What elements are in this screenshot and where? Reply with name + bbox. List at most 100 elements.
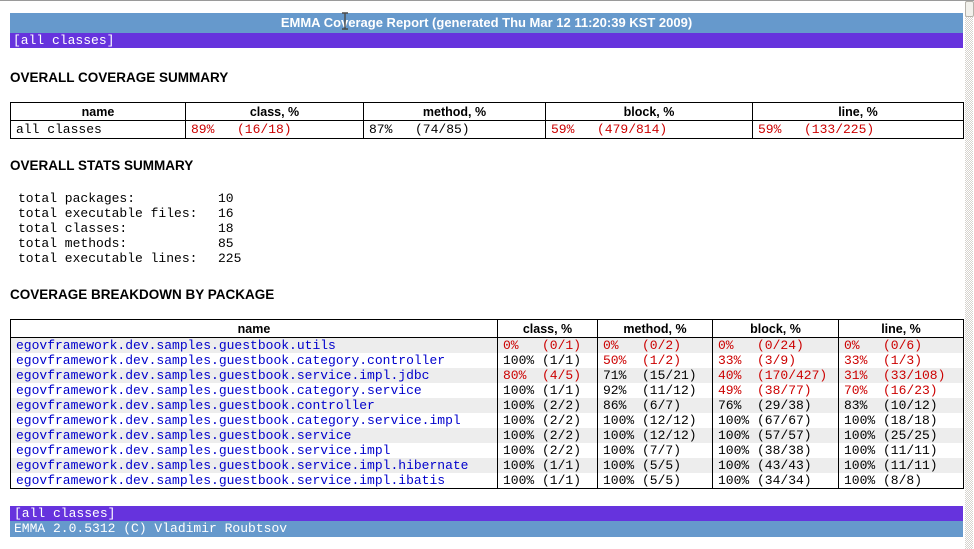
package-link[interactable]: egovframework.dev.samples.guestbook.serv… [16,443,390,458]
package-link[interactable]: egovframework.dev.samples.guestbook.util… [16,338,336,353]
coverage-breakdown-heading: COVERAGE BREAKDOWN BY PACKAGE [10,287,963,302]
summary-class-cell: 89%(16/18) [186,121,364,139]
line-fraction: (25/25) [883,428,938,443]
class-coverage-cell: 100%(1/1) [498,473,598,489]
block-coverage-cell: 100%(38/38) [713,443,839,458]
package-row: egovframework.dev.samples.guestbook.cate… [11,383,964,398]
class-percent: 100% [503,473,542,488]
class-percent: 89% [191,121,237,138]
method-fraction: (12/12) [642,413,697,428]
stat-value: 225 [218,251,241,266]
summary-col-name: name [11,103,186,121]
block-percent: 100% [718,428,757,443]
line-fraction: (11/11) [883,443,938,458]
method-coverage-cell: 71%(15/21) [598,368,713,383]
text-cursor-icon [340,11,350,31]
line-percent: 70% [844,383,883,398]
class-percent: 100% [503,398,542,413]
method-percent: 100% [603,428,642,443]
block-percent: 49% [718,383,757,398]
method-percent: 87% [369,121,415,138]
method-percent: 100% [603,473,642,488]
block-fraction: (67/67) [757,413,812,428]
method-fraction: (74/85) [415,122,470,137]
block-fraction: (57/57) [757,428,812,443]
stat-label: total executable lines: [18,251,218,266]
breakdown-col-class: class, % [498,320,598,338]
line-coverage-cell: 100%(8/8) [839,473,964,489]
class-percent: 100% [503,413,542,428]
overall-coverage-summary-heading: OVERALL COVERAGE SUMMARY [10,70,963,85]
scrollbar-track[interactable] [965,1,973,549]
class-fraction: (2/2) [542,443,581,458]
block-coverage-cell: 0%(0/24) [713,338,839,354]
method-percent: 92% [603,383,642,398]
package-row: egovframework.dev.samples.guestbook.util… [11,338,964,354]
class-fraction: (1/1) [542,473,581,488]
package-link[interactable]: egovframework.dev.samples.guestbook.serv… [16,428,351,443]
package-name-cell: egovframework.dev.samples.guestbook.serv… [11,428,498,443]
breakdown-col-block: block, % [713,320,839,338]
stat-label: total executable files: [18,206,218,221]
package-link[interactable]: egovframework.dev.samples.guestbook.cont… [16,398,375,413]
coverage-breakdown-table: name class, % method, % block, % line, %… [10,319,964,489]
report-title-bar: EMMA Coverage Report (generated Thu Mar … [10,13,963,33]
block-fraction: (0/24) [757,338,804,353]
all-classes-link[interactable]: [all classes] [13,33,114,48]
package-link[interactable]: egovframework.dev.samples.guestbook.serv… [16,368,429,383]
package-name-cell: egovframework.dev.samples.guestbook.cont… [11,398,498,413]
class-percent: 100% [503,443,542,458]
package-link[interactable]: egovframework.dev.samples.guestbook.cate… [16,353,445,368]
class-fraction: (2/2) [542,413,581,428]
method-percent: 86% [603,398,642,413]
summary-name-cell: all classes [11,121,186,139]
line-fraction: (133/225) [804,122,874,137]
method-fraction: (5/5) [642,458,681,473]
breakdown-col-line: line, % [839,320,964,338]
class-fraction: (16/18) [237,122,292,137]
summary-col-class: class, % [186,103,364,121]
summary-col-method: method, % [364,103,546,121]
stat-label: total packages: [18,191,218,206]
summary-col-block: block, % [546,103,753,121]
scrollbar-up-button[interactable] [965,1,974,17]
package-name-cell: egovframework.dev.samples.guestbook.cate… [11,413,498,428]
breakdown-header-row: name class, % method, % block, % line, % [11,320,964,338]
class-percent: 0% [503,338,542,353]
line-percent: 33% [844,353,883,368]
line-coverage-cell: 0%(0/6) [839,338,964,354]
line-percent: 83% [844,398,883,413]
class-coverage-cell: 100%(1/1) [498,353,598,368]
package-name-cell: egovframework.dev.samples.guestbook.util… [11,338,498,354]
package-link[interactable]: egovframework.dev.samples.guestbook.cate… [16,413,461,428]
class-fraction: (4/5) [542,368,581,383]
line-coverage-cell: 31%(33/108) [839,368,964,383]
line-fraction: (8/8) [883,473,922,488]
footer-all-classes-link[interactable]: [all classes] [14,506,115,521]
summary-col-line: line, % [753,103,964,121]
method-percent: 100% [603,443,642,458]
stats-row: total packages: 10 [18,191,241,206]
block-fraction: (43/43) [757,458,812,473]
package-link[interactable]: egovframework.dev.samples.guestbook.cate… [16,383,422,398]
line-percent: 100% [844,428,883,443]
package-link[interactable]: egovframework.dev.samples.guestbook.serv… [16,458,468,473]
class-fraction: (1/1) [542,383,581,398]
method-fraction: (0/2) [642,338,681,353]
class-percent: 100% [503,458,542,473]
block-fraction: (38/77) [757,383,812,398]
summary-line-cell: 59%(133/225) [753,121,964,139]
block-coverage-cell: 49%(38/77) [713,383,839,398]
overall-stats-summary-heading: OVERALL STATS SUMMARY [10,158,963,173]
method-coverage-cell: 100%(12/12) [598,428,713,443]
package-link[interactable]: egovframework.dev.samples.guestbook.serv… [16,473,445,488]
block-coverage-cell: 100%(34/34) [713,473,839,489]
class-coverage-cell: 100%(2/2) [498,443,598,458]
class-coverage-cell: 80%(4/5) [498,368,598,383]
line-percent: 100% [844,443,883,458]
method-coverage-cell: 100%(5/5) [598,473,713,489]
method-coverage-cell: 50%(1/2) [598,353,713,368]
class-coverage-cell: 100%(1/1) [498,458,598,473]
method-fraction: (11/12) [642,383,697,398]
block-fraction: (170/427) [757,368,827,383]
